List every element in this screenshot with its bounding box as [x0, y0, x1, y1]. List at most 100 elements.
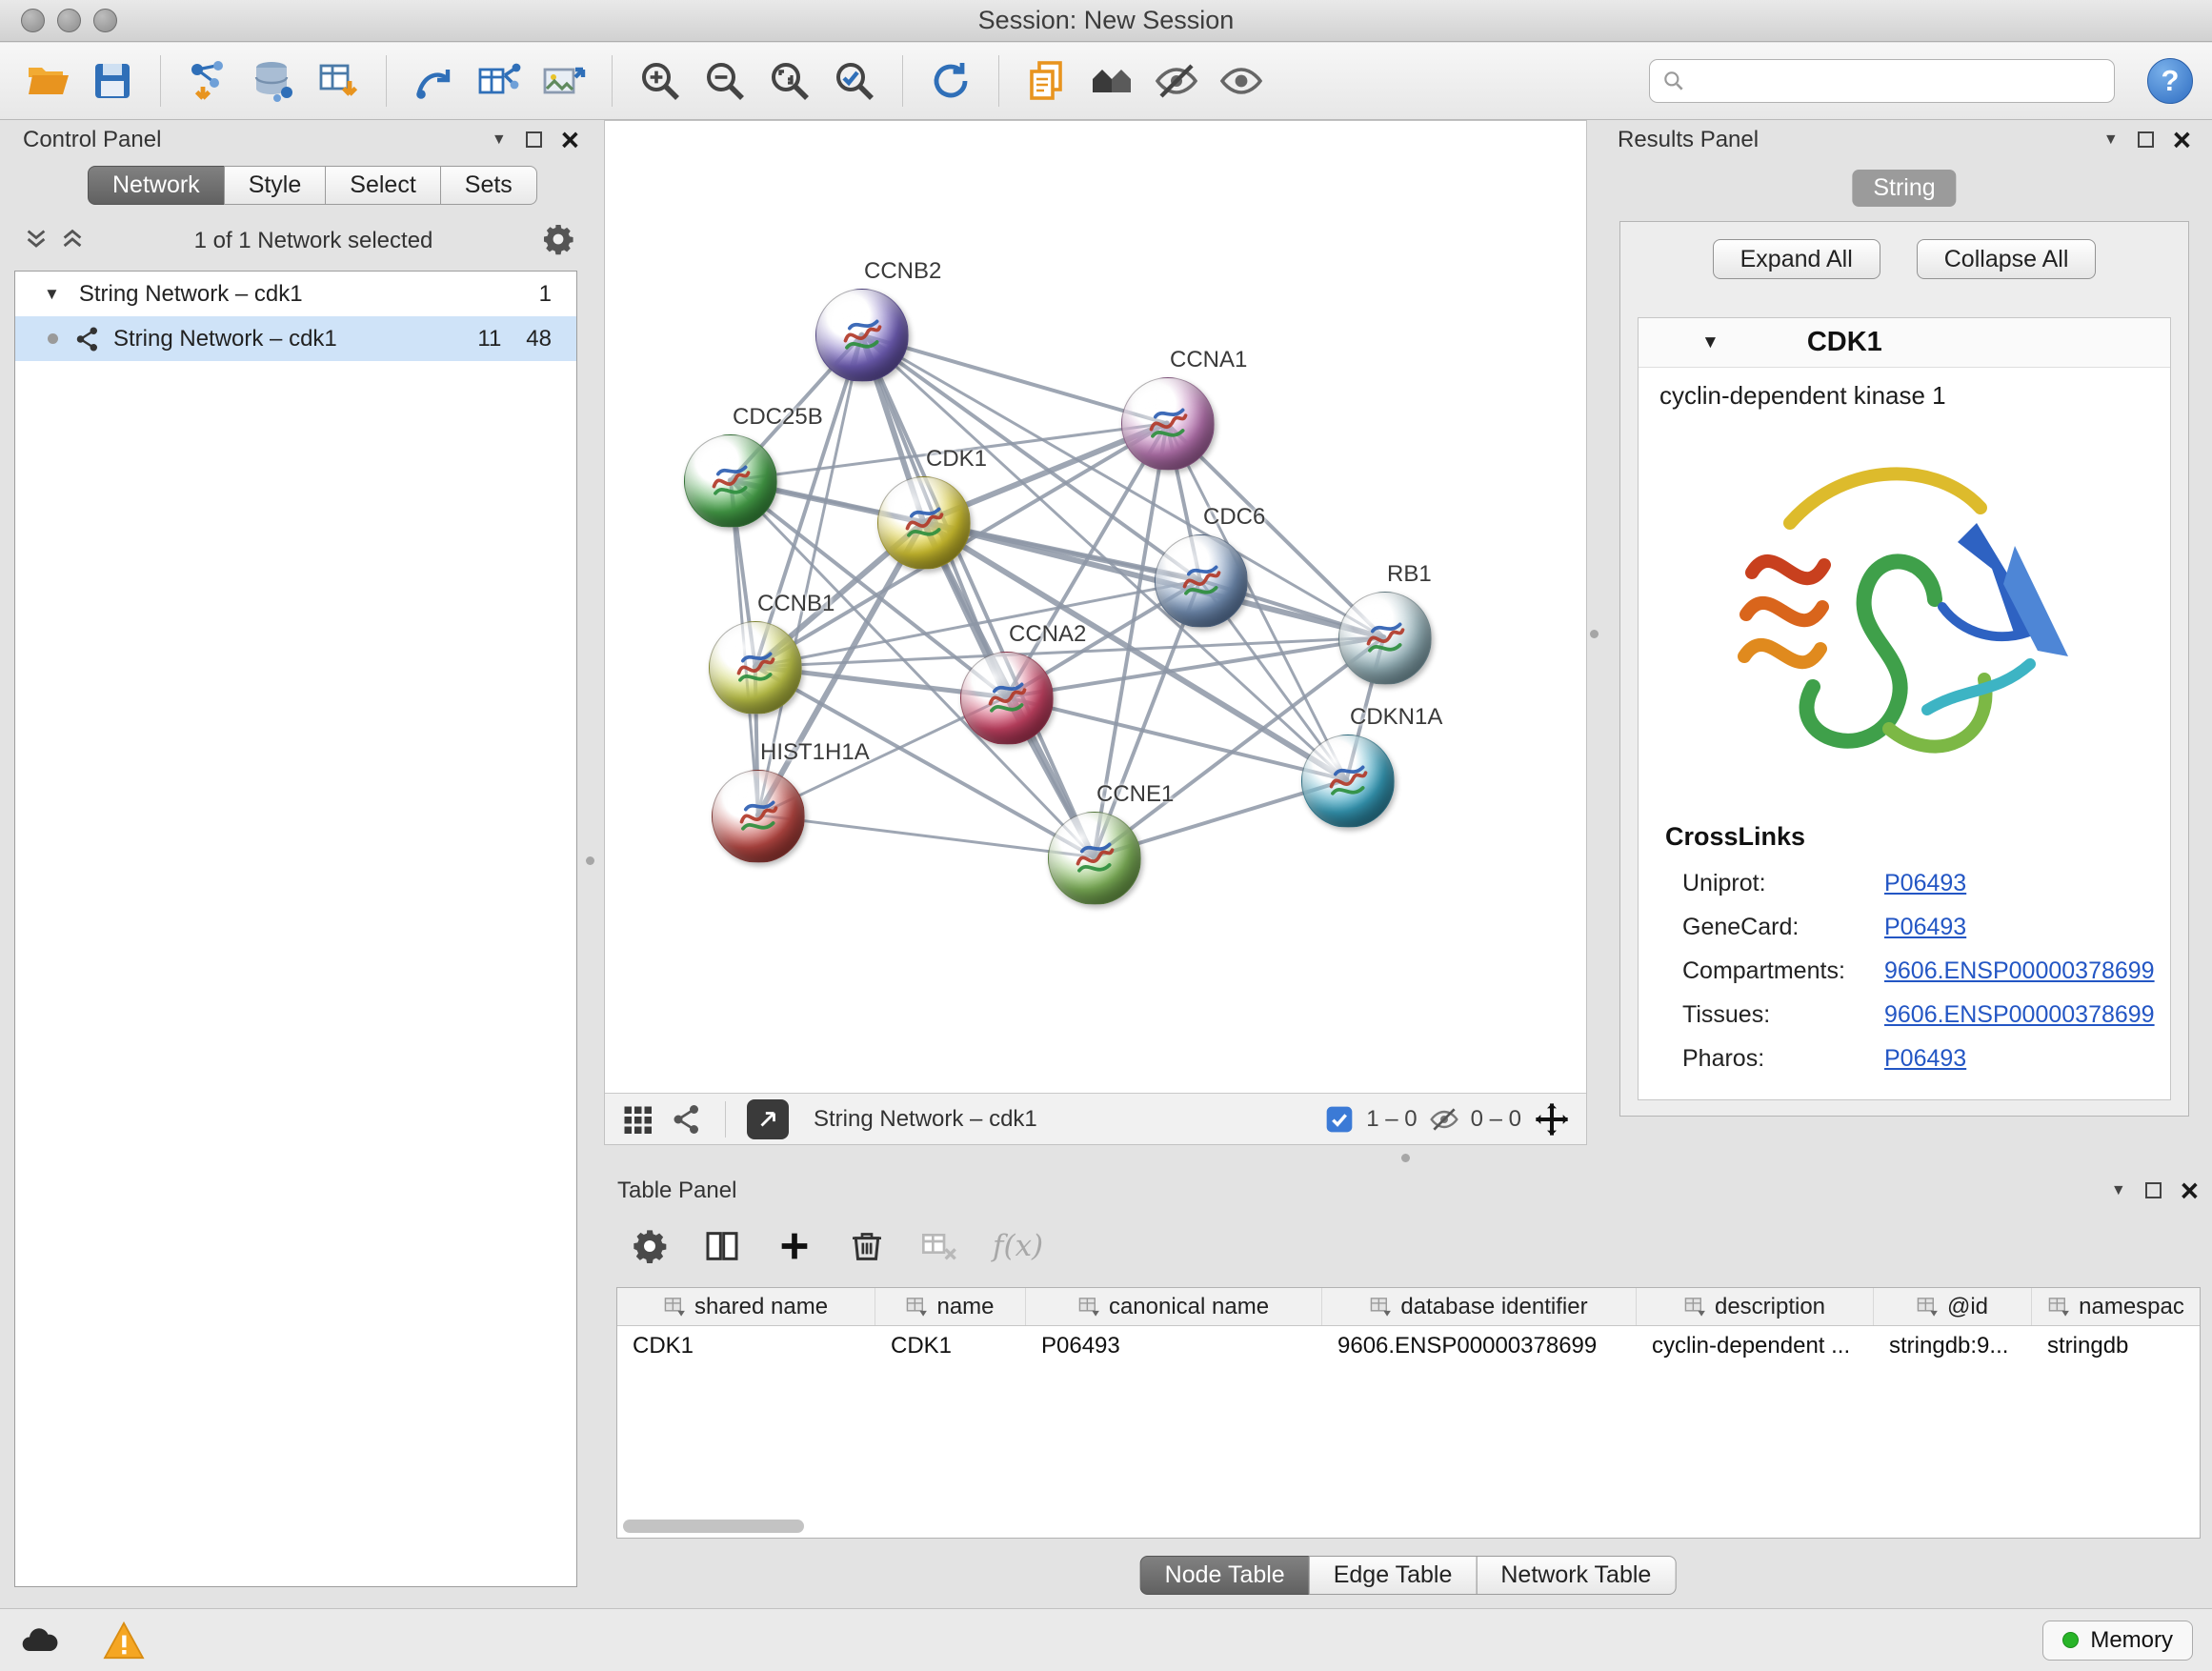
birdseye-view-icon[interactable]	[670, 1102, 704, 1137]
crosslink-row: Tissues:9606.ENSP00000378699	[1682, 993, 2170, 1037]
open-session-button[interactable]	[19, 51, 76, 111]
clipboard-document-button[interactable]	[1018, 51, 1076, 111]
help-button[interactable]: ?	[2147, 58, 2193, 104]
zoom-fit-button[interactable]	[761, 51, 818, 111]
network-node-CCNB2[interactable]	[815, 289, 909, 382]
collapse-all-button[interactable]: Collapse All	[1917, 239, 2097, 279]
warning-icon[interactable]	[103, 1621, 145, 1660]
network-tools-button[interactable]	[406, 51, 463, 111]
node-table: shared namenamecanonical namedatabase id…	[616, 1287, 2201, 1539]
network-node-CDKN1A[interactable]	[1301, 735, 1395, 828]
save-session-button[interactable]	[84, 51, 141, 111]
network-node-RB1[interactable]	[1338, 592, 1432, 685]
panel-float-icon[interactable]	[2138, 131, 2154, 148]
expand-all-icon[interactable]	[59, 226, 86, 257]
crosslink-link[interactable]: P06493	[1884, 870, 1966, 897]
panel-menu-icon[interactable]: ▼	[492, 131, 507, 149]
collapse-all-icon[interactable]	[23, 226, 50, 257]
crosslink-link[interactable]: P06493	[1884, 914, 1966, 941]
add-column-button[interactable]	[775, 1227, 814, 1265]
tab-sets[interactable]: Sets	[440, 166, 537, 205]
hide-annotations-button[interactable]	[1148, 51, 1205, 111]
maximize-window-button[interactable]	[93, 9, 117, 32]
vertical-splitter-handle[interactable]	[586, 856, 594, 865]
edge-CCNB2-CCNE1[interactable]	[861, 335, 1094, 857]
column-header--id[interactable]: @id	[1874, 1288, 2032, 1325]
panel-menu-icon[interactable]: ▼	[2103, 131, 2119, 149]
tab-style[interactable]: Style	[224, 166, 327, 205]
network-node-CDC6[interactable]	[1155, 534, 1248, 628]
tree-expand-icon[interactable]: ▼	[44, 285, 60, 304]
tab-string[interactable]: String	[1852, 170, 1956, 207]
minimize-window-button[interactable]	[57, 9, 81, 32]
delete-column-button[interactable]	[848, 1227, 886, 1265]
gear-icon[interactable]	[541, 222, 575, 261]
import-network-file-icon	[186, 58, 231, 104]
crosslink-link[interactable]: 9606.ENSP00000378699	[1884, 957, 2155, 985]
show-graphics-button[interactable]	[1213, 51, 1270, 111]
tab-node-table[interactable]: Node Table	[1140, 1556, 1310, 1595]
edge-CCNB2-CCNA1[interactable]	[861, 335, 1166, 424]
memory-button[interactable]: Memory	[2042, 1621, 2193, 1661]
import-network-from-database-button[interactable]	[245, 51, 302, 111]
panel-close-icon[interactable]: ×	[561, 128, 579, 152]
column-header-canonical-name[interactable]: canonical name	[1026, 1288, 1322, 1325]
network-canvas[interactable]: CCNB2CCNA1CDC25BCDK1CDC6RB1CCNB1CCNA2CDK…	[605, 121, 1586, 1093]
selected-checkbox-icon[interactable]	[1324, 1104, 1355, 1135]
search-input[interactable]	[1694, 68, 2102, 94]
pan-tool-icon[interactable]	[1533, 1100, 1571, 1138]
close-window-button[interactable]	[21, 9, 45, 32]
search-box[interactable]	[1649, 59, 2115, 103]
protein-structure-thumb	[1140, 396, 1196, 452]
horizontal-scrollbar[interactable]	[623, 1520, 804, 1533]
hidden-eye-icon[interactable]	[1429, 1104, 1459, 1135]
network-node-HIST1H1A[interactable]	[712, 770, 805, 863]
network-collection-row[interactable]: ▼ String Network – cdk1 1	[15, 272, 576, 316]
network-node-CCNA2[interactable]	[960, 652, 1054, 745]
home-views-button[interactable]	[1083, 51, 1140, 111]
column-header-namespac[interactable]: namespac	[2032, 1288, 2201, 1325]
zoom-selected-button[interactable]	[826, 51, 883, 111]
table-row[interactable]: CDK1CDK1P064939606.ENSP00000378699cyclin…	[617, 1326, 2200, 1366]
expand-all-button[interactable]: Expand All	[1713, 239, 1880, 279]
tab-edge-table[interactable]: Edge Table	[1309, 1556, 1478, 1595]
show-columns-button[interactable]	[703, 1227, 741, 1265]
column-header-name[interactable]: name	[875, 1288, 1026, 1325]
export-image-button[interactable]	[535, 51, 593, 111]
cloud-icon[interactable]	[19, 1621, 61, 1660]
collapse-section-icon[interactable]: ▼	[1701, 332, 1719, 353]
panel-close-icon[interactable]: ×	[2181, 1178, 2199, 1203]
panel-menu-icon[interactable]: ▼	[2111, 1182, 2126, 1199]
import-network-from-file-button[interactable]	[180, 51, 237, 111]
panel-float-icon[interactable]	[526, 131, 542, 148]
crosslink-link[interactable]: P06493	[1884, 1045, 1966, 1073]
zoom-in-button[interactable]	[632, 51, 689, 111]
column-header-shared-name[interactable]: shared name	[617, 1288, 875, 1325]
crosslink-link[interactable]: 9606.ENSP00000378699	[1884, 1001, 2155, 1029]
horizontal-splitter-handle[interactable]	[1401, 1154, 1410, 1162]
tab-network[interactable]: Network	[88, 166, 225, 205]
network-node-CCNB1[interactable]	[709, 621, 802, 715]
panel-float-icon[interactable]	[2145, 1182, 2162, 1198]
tab-select[interactable]: Select	[325, 166, 440, 205]
network-node-CDC25B[interactable]	[684, 434, 777, 528]
edge-HIST1H1A-CCNE1[interactable]	[758, 815, 1094, 857]
protein-card-header[interactable]: ▼ CDK1	[1639, 318, 2170, 368]
zoom-out-button[interactable]	[696, 51, 754, 111]
network-from-table-button[interactable]	[471, 51, 528, 111]
network-row[interactable]: String Network – cdk1 11 48	[15, 316, 576, 361]
protein-structure-thumb	[1320, 754, 1376, 809]
column-header-description[interactable]: description	[1637, 1288, 1874, 1325]
panel-close-icon[interactable]: ×	[2173, 128, 2191, 152]
network-node-CDK1[interactable]	[877, 476, 971, 570]
vertical-splitter-handle[interactable]	[1590, 630, 1599, 638]
grid-view-icon[interactable]	[620, 1102, 654, 1137]
network-node-CCNE1[interactable]	[1048, 812, 1141, 905]
network-node-CCNA1[interactable]	[1121, 377, 1215, 471]
column-header-database-identifier[interactable]: database identifier	[1322, 1288, 1637, 1325]
tab-network-table[interactable]: Network Table	[1476, 1556, 1676, 1595]
import-table-from-file-button[interactable]	[310, 51, 367, 111]
open-in-new-view-button[interactable]	[747, 1099, 789, 1139]
refresh-button[interactable]	[922, 51, 979, 111]
table-settings-button[interactable]	[631, 1227, 669, 1265]
